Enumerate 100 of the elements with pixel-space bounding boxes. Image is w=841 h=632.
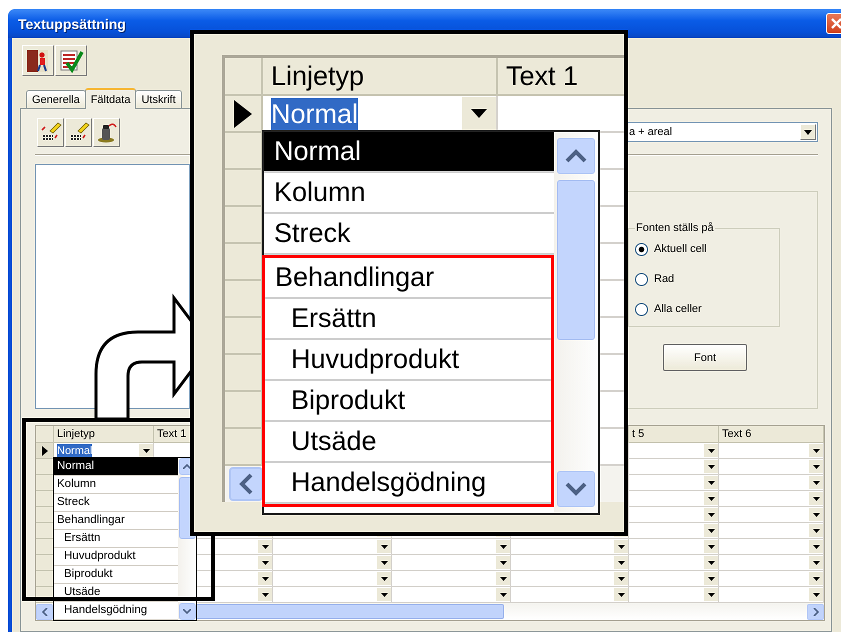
table-cell[interactable] xyxy=(719,523,824,539)
row-header[interactable] xyxy=(36,571,54,587)
list-option[interactable]: Huvudprodukt xyxy=(265,340,551,381)
row-header[interactable] xyxy=(225,170,263,207)
row-header[interactable] xyxy=(225,96,263,133)
dropdown-button[interactable] xyxy=(704,524,718,537)
row-header[interactable] xyxy=(36,459,54,475)
dropdown-button[interactable] xyxy=(809,476,823,489)
cell-value[interactable]: Normal xyxy=(271,98,358,130)
table-cell[interactable] xyxy=(719,459,824,475)
column-header[interactable]: t 5 xyxy=(629,426,719,443)
table-cell[interactable] xyxy=(719,491,824,507)
table-cell[interactable] xyxy=(629,459,719,475)
table-cell[interactable] xyxy=(392,539,511,555)
dropdown-button[interactable] xyxy=(614,572,628,585)
table-cell[interactable] xyxy=(629,555,719,571)
close-button[interactable] xyxy=(826,13,841,34)
tab[interactable]: Utskrift xyxy=(135,90,182,108)
table-cell[interactable] xyxy=(719,443,824,459)
dropdown-button[interactable] xyxy=(496,556,510,569)
table-cell[interactable] xyxy=(511,571,629,587)
dropdown-button[interactable] xyxy=(704,460,718,473)
table-cell[interactable] xyxy=(273,571,392,587)
list-option[interactable]: Handelsgödning xyxy=(265,463,551,504)
scroll-left-button[interactable] xyxy=(36,604,53,620)
row-header[interactable] xyxy=(225,207,263,244)
accept-button[interactable] xyxy=(55,45,87,76)
table-cell[interactable] xyxy=(719,555,824,571)
edit-table-button[interactable] xyxy=(37,118,64,146)
dropdown-button[interactable] xyxy=(258,572,272,585)
list-option[interactable]: Ersättn xyxy=(265,299,551,340)
list-option[interactable]: Biprodukt xyxy=(265,381,551,422)
dropdown-button[interactable] xyxy=(377,572,391,585)
row-header[interactable] xyxy=(36,443,54,459)
dropdown-button[interactable] xyxy=(139,444,153,457)
table-cell[interactable] xyxy=(273,555,392,571)
table-cell[interactable] xyxy=(719,571,824,587)
scroll-down-button[interactable] xyxy=(557,471,595,507)
dropdown-button[interactable] xyxy=(704,540,718,553)
row-header[interactable] xyxy=(225,133,263,170)
table-cell[interactable] xyxy=(392,571,511,587)
dropdown-button[interactable] xyxy=(704,444,718,457)
dropdown-button[interactable] xyxy=(704,476,718,489)
row-header[interactable] xyxy=(36,555,54,571)
dropdown-button[interactable] xyxy=(809,556,823,569)
list-option[interactable]: Normal xyxy=(54,458,178,476)
table-cell[interactable] xyxy=(719,507,824,523)
radio-button[interactable]: Rad xyxy=(635,264,773,294)
dropdown-button[interactable] xyxy=(704,588,718,601)
column-header[interactable]: Text 6 xyxy=(719,426,824,443)
row-header[interactable] xyxy=(36,491,54,507)
dropdown-button[interactable] xyxy=(809,524,823,537)
radio-button[interactable]: Aktuell cell xyxy=(635,234,773,264)
scroll-down-button[interactable] xyxy=(178,603,196,620)
table-cell[interactable] xyxy=(273,539,392,555)
undo-button[interactable] xyxy=(93,118,120,146)
scroll-right-button[interactable] xyxy=(807,604,824,620)
table-cell[interactable] xyxy=(629,475,719,491)
dropdown-button[interactable] xyxy=(704,572,718,585)
column-header[interactable]: Linjetyp xyxy=(54,426,154,443)
dropdown-button[interactable] xyxy=(377,540,391,553)
row-header[interactable] xyxy=(36,523,54,539)
scroll-left-button[interactable] xyxy=(229,467,263,501)
table-cell[interactable] xyxy=(629,523,719,539)
tab[interactable]: Generella xyxy=(26,90,86,108)
row-header[interactable] xyxy=(36,507,54,523)
font-button[interactable]: Font xyxy=(663,344,747,371)
table-cell[interactable] xyxy=(629,491,719,507)
edit-table-button[interactable] xyxy=(65,118,92,146)
row-header[interactable] xyxy=(36,539,54,555)
dropdown-button[interactable] xyxy=(809,460,823,473)
dropdown-button[interactable] xyxy=(614,556,628,569)
column-header[interactable]: Text 1 xyxy=(498,58,624,96)
dropdown-button[interactable] xyxy=(809,492,823,505)
dropdown-button[interactable] xyxy=(258,540,272,553)
dropdown-button[interactable] xyxy=(809,444,823,457)
dropdown-button[interactable] xyxy=(809,540,823,553)
table-cell[interactable] xyxy=(719,539,824,555)
tab[interactable]: Fältdata xyxy=(84,88,136,109)
dropdown-button[interactable] xyxy=(704,492,718,505)
list-option[interactable]: Behandlingar xyxy=(265,258,551,299)
dropdown-button[interactable] xyxy=(258,556,272,569)
table-cell[interactable] xyxy=(629,507,719,523)
dropdown-button[interactable] xyxy=(496,540,510,553)
table-cell[interactable] xyxy=(629,539,719,555)
list-option[interactable]: Normal xyxy=(264,132,554,173)
dropdown-button[interactable] xyxy=(809,588,823,601)
dropdown-button[interactable] xyxy=(614,588,628,601)
radio-button[interactable]: Alla celler xyxy=(635,294,773,324)
table-cell[interactable] xyxy=(511,539,629,555)
column-header[interactable]: Linjetyp xyxy=(263,58,498,96)
dropdown-button[interactable] xyxy=(258,588,272,601)
table-cell[interactable] xyxy=(629,443,719,459)
row-header[interactable] xyxy=(36,475,54,491)
dropdown-button[interactable] xyxy=(809,572,823,585)
dropdown-button[interactable] xyxy=(704,508,718,521)
dropdown-button[interactable] xyxy=(377,556,391,569)
dropdown-button[interactable] xyxy=(614,540,628,553)
dropdown-button[interactable] xyxy=(496,572,510,585)
dropdown-button[interactable] xyxy=(496,588,510,601)
